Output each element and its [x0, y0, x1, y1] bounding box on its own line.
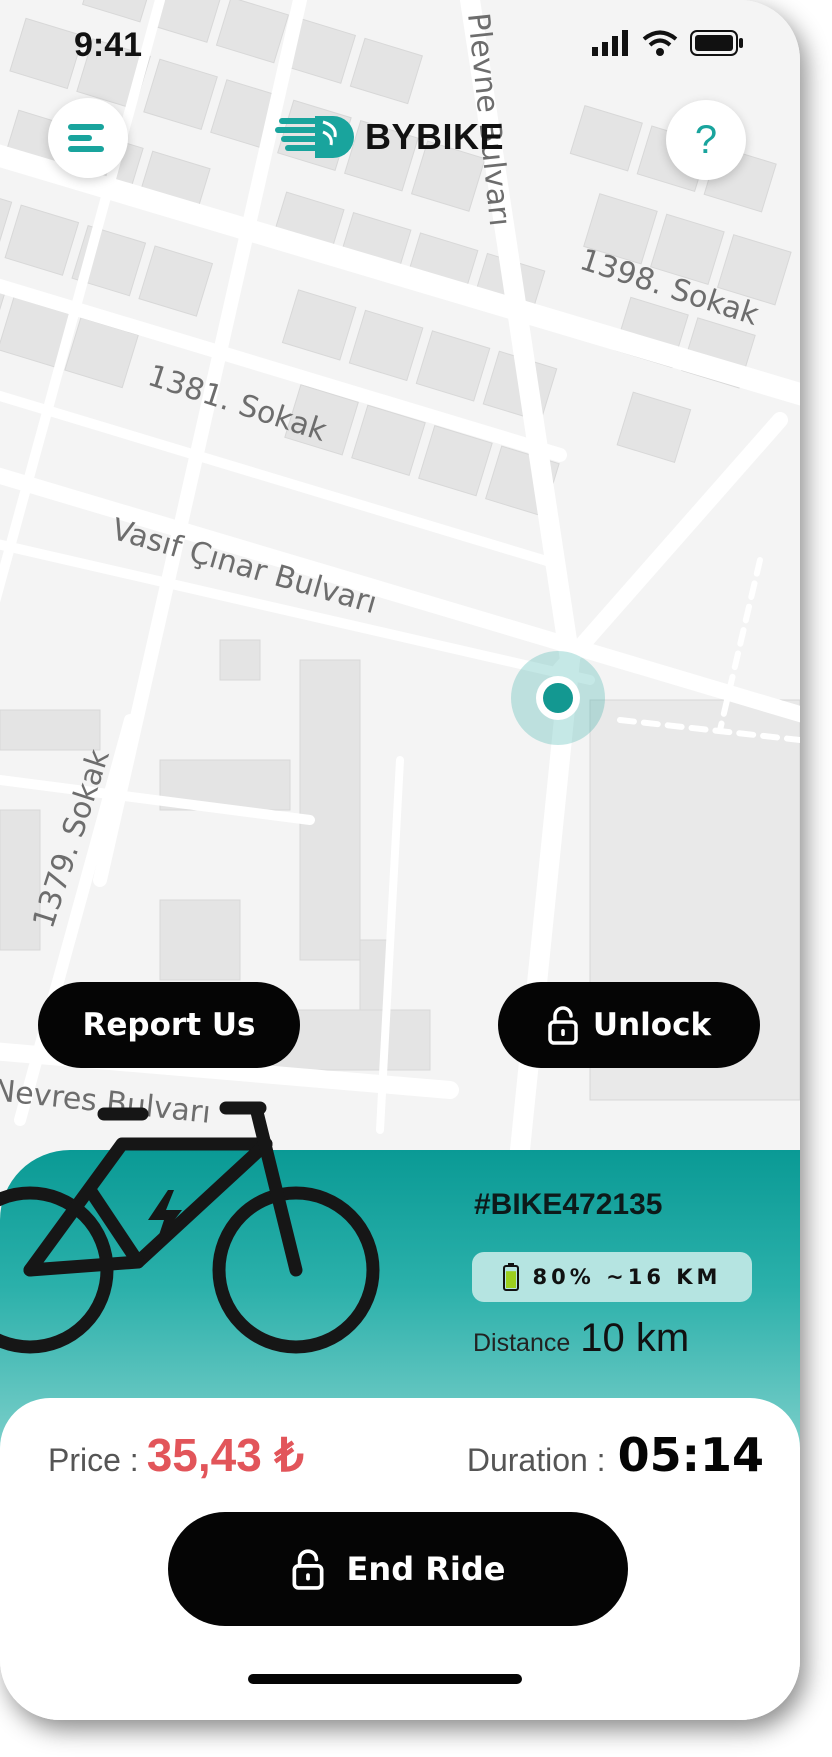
- distance-label: Distance: [473, 1329, 571, 1357]
- brand-logo: BYBIKE: [275, 112, 504, 162]
- duration-row: Duration : 05:14: [467, 1428, 764, 1482]
- end-ride-button[interactable]: End Ride: [168, 1512, 628, 1626]
- phone-screen: Plevne Bulvarı 1398. Sokak 1381. Sokak V…: [0, 0, 800, 1720]
- home-indicator[interactable]: [248, 1674, 522, 1684]
- help-icon: ?: [694, 117, 718, 162]
- wifi-icon: [642, 30, 678, 56]
- distance-value: 10 km: [580, 1316, 690, 1360]
- unlock-button[interactable]: Unlock: [498, 982, 760, 1068]
- distance-row: Distance 10 km: [473, 1316, 689, 1361]
- end-ride-label: End Ride: [346, 1550, 506, 1588]
- cellular-signal-icon: [592, 30, 628, 56]
- current-location-marker: [511, 651, 605, 745]
- bybike-logo-icon: [275, 116, 354, 158]
- help-button[interactable]: ?: [666, 100, 746, 180]
- status-time: 9:41: [74, 26, 143, 64]
- report-us-label: Report Us: [82, 1007, 256, 1043]
- duration-label: Duration :: [466, 1442, 606, 1478]
- price-label: Price :: [48, 1442, 139, 1478]
- bike-id: #BIKE472135: [474, 1188, 663, 1221]
- brand-name: BYBIKE: [365, 116, 505, 157]
- price-value: 35,43 ₺: [146, 1429, 304, 1481]
- unlock-label: Unlock: [592, 1007, 712, 1043]
- unlock-icon: [548, 1006, 578, 1045]
- battery-range-chip: 80% ~16 KM: [472, 1252, 752, 1302]
- price-row: Price : 35,43 ₺: [48, 1428, 304, 1482]
- duration-value: 05:14: [617, 1428, 764, 1482]
- ebike-illustration: [0, 1101, 380, 1354]
- battery-status-icon: [690, 30, 743, 56]
- battery-level-icon: [502, 1263, 519, 1291]
- hamburger-menu-icon: [68, 124, 104, 152]
- status-icons: [592, 30, 744, 56]
- report-us-button[interactable]: Report Us: [38, 982, 300, 1068]
- unlock-icon: [292, 1549, 324, 1590]
- battery-range-text: 80% ~16 KM: [532, 1265, 722, 1289]
- menu-button[interactable]: [48, 98, 128, 178]
- status-bar: 9:41: [0, 0, 800, 90]
